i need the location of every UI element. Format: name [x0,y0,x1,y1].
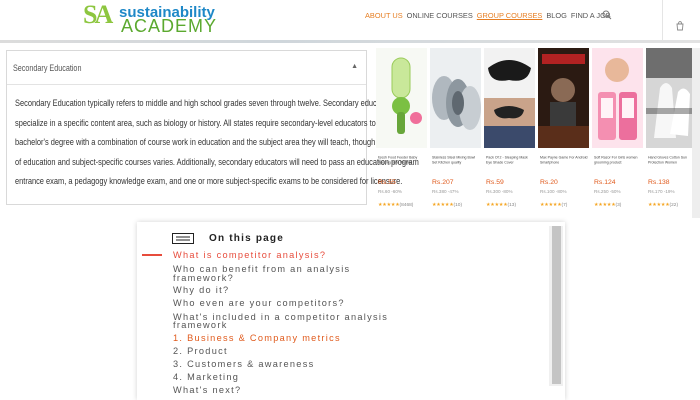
rating-count: (3) [615,203,622,208]
product-card[interactable]: Hand Gloves Cotton Sun Protection Women … [646,48,697,218]
product-rating: ★★★★★(22) [648,203,678,208]
product-discount: Rs.170 -19% [648,189,675,194]
product-carousel: Fresh Food Feeder Baby Feeding Safe Paci… [376,48,700,218]
product-rating: ★★★★★(3) [594,203,621,208]
toc-item-customers[interactable]: 3. Customers & awareness [173,359,315,370]
star-icon: ★★★★★ [432,203,454,208]
product-discount: Rs.100 -80% [540,189,567,194]
logo-subtitle: ACADEMY [121,16,218,36]
product-image [430,48,481,148]
rating-count: (10) [453,203,463,208]
body-line: of education and subject-specific course… [15,156,419,167]
nav-blog[interactable]: BLOG [546,11,567,23]
logo-mark: SA [83,0,113,29]
product-name: Fresh Food Feeder Baby Feeding Safe Paci… [378,156,418,165]
accordion-title: Secondary Education [13,63,82,73]
product-card[interactable]: Fresh Food Feeder Baby Feeding Safe Paci… [376,48,427,218]
cart-icon[interactable] [675,21,685,31]
star-icon: ★★★★★ [378,203,400,208]
product-price: Rs.124 [594,179,616,186]
rating-count: (7) [561,203,568,208]
nav-group-courses[interactable]: GROUP COURSES [477,11,543,23]
rating-count: (13) [507,203,517,208]
product-name: Max Payne Game For Android Smartphone [540,156,588,165]
star-icon: ★★★★★ [540,203,562,208]
toc-scrollbar-thumb[interactable] [552,226,561,384]
product-image [538,48,589,148]
rating-count: (8468) [399,203,414,208]
product-name: Hand Gloves Cotton Sun Protection Women [648,156,688,165]
star-icon: ★★★★★ [648,203,670,208]
toc-item-who-benefits-cont[interactable]: framework? [173,273,234,284]
product-name: Soft Razor For Girls women grooming prod… [594,156,638,165]
chevron-up-icon[interactable]: ▲ [351,63,358,70]
body-line: Secondary Education typically refers to … [15,98,419,108]
active-indicator [142,254,162,256]
search-icon[interactable] [602,10,612,20]
accordion-header[interactable]: Secondary Education ▲ [7,51,366,85]
product-image [646,48,697,148]
product-card[interactable]: Soft Razor For Girls women grooming prod… [592,48,643,218]
star-icon: ★★★★★ [486,203,508,208]
nav-about-us[interactable]: ABOUT US [365,11,403,23]
rating-count: (22) [669,203,679,208]
toc-item-product[interactable]: 2. Product [173,346,228,357]
toc-item-whats-next[interactable]: What's next? [173,385,241,396]
product-image [484,48,535,148]
nav-online-courses[interactable]: ONLINE COURSES [407,11,473,23]
product-price: Rs.20 [540,179,558,186]
logo[interactable]: SA sustainability ACADEMY [83,2,223,38]
product-discount: Rs.300 -80% [486,189,513,194]
toc-item-marketing[interactable]: 4. Marketing [173,372,239,383]
product-rating: ★★★★★(7) [540,203,567,208]
toc-item-competitor-analysis[interactable]: What is competitor analysis? [173,250,326,261]
toc-item-why-do-it[interactable]: Why do it? [173,285,229,296]
product-card[interactable]: Pack Of 2 - Sleeping Mask Eye Shade Cove… [484,48,535,218]
product-price: Rs.59 [486,179,504,186]
toc-heading: On this page [209,233,284,244]
product-name: Stainless Steel Mixing Bowl Set Kitchen … [432,156,476,165]
header-divider [662,0,663,40]
product-discount: Rs.250 -50% [594,189,621,194]
product-card[interactable]: Max Payne Game For Android Smartphone Rs… [538,48,589,218]
toc-item-business-metrics[interactable]: 1. Business & Company metrics [173,333,341,344]
list-icon [172,233,194,244]
star-icon: ★★★★★ [594,203,616,208]
product-name: Pack Of 2 - Sleeping Mask Eye Shade Cove… [486,156,528,165]
product-card[interactable]: Stainless Steel Mixing Bowl Set Kitchen … [430,48,481,218]
main-nav: ABOUT US ONLINE COURSES GROUP COURSES BL… [365,11,611,23]
site-header: SA sustainability ACADEMY ABOUT US ONLIN… [0,0,700,44]
product-price: Rs.207 [432,179,454,186]
product-image [592,48,643,148]
product-price: Rs.138 [648,179,670,186]
product-rating: ★★★★★(13) [486,203,516,208]
product-discount: Rs.380 -47% [432,189,459,194]
header-separator [0,40,700,43]
toc-item-competitors[interactable]: Who even are your competitors? [173,298,345,309]
body-line: bachelor's degree with a combination of … [15,137,415,147]
product-rating: ★★★★★(8468) [378,203,413,208]
product-rating: ★★★★★(10) [432,203,462,208]
table-of-contents: On this page What is competitor analysis… [137,222,565,400]
accordion-body: Secondary Education typically refers to … [15,94,419,192]
product-discount: Rs.60 -60% [378,189,403,194]
faq-accordion: Secondary Education ▲ Secondary Educatio… [6,50,419,205]
body-line: entrance exam, a pedagogy knowledge exam… [15,176,403,186]
product-image [376,48,427,148]
body-line: specialize in a specific content area, s… [15,117,399,128]
toc-item-included-cont[interactable]: framework [173,320,228,331]
carousel-scrollbar[interactable] [692,48,700,218]
product-price: Rs.55 [378,179,396,186]
